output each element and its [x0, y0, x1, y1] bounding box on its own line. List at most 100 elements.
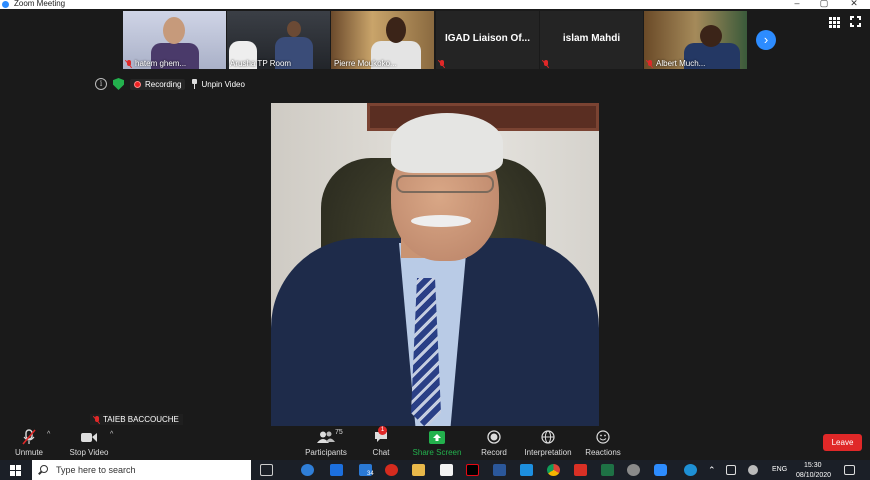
word-icon[interactable] [493, 464, 506, 476]
tray-app-icon[interactable] [726, 465, 736, 475]
encryption-shield-icon[interactable] [113, 78, 124, 90]
search-placeholder: Type here to search [56, 465, 136, 475]
notifications-icon[interactable] [844, 465, 855, 475]
unmute-button[interactable]: Unmute [12, 429, 46, 457]
excel-icon[interactable] [601, 464, 614, 476]
participant-head [163, 17, 185, 44]
mic-muted-icon [647, 59, 653, 68]
chat-label: Chat [372, 448, 390, 457]
chat-button[interactable]: 1 Chat [368, 426, 394, 457]
gallery-view-icon[interactable] [829, 17, 840, 28]
stop-video-label: Stop Video [69, 448, 109, 457]
leave-button[interactable]: Leave [823, 434, 862, 451]
participant-count: 75 [335, 429, 343, 436]
participant-name: Albert Much... [647, 59, 705, 68]
zoom-taskbar-icon[interactable] [654, 464, 667, 476]
task-view-icon[interactable] [260, 464, 273, 476]
participant-tile[interactable]: Albert Much... [644, 11, 747, 69]
meeting-toolbar: Unmute ^ Stop Video ^ 75 Participants 1 … [0, 426, 870, 460]
participant-tile[interactable]: Arusha TP Room [227, 11, 330, 69]
participant-label: IGAD Liaison Of... [444, 33, 530, 44]
edge-browser-icon[interactable] [301, 464, 314, 476]
notepad-icon[interactable] [440, 464, 453, 476]
mic-muted-icon [94, 415, 100, 424]
gallery-strip: hatem ghem... Arusha TP Room Pierre Mouk… [0, 10, 870, 70]
mic-muted-icon [439, 60, 445, 68]
acrobat-icon[interactable] [574, 464, 587, 476]
unmute-label: Unmute [14, 448, 43, 457]
window-title-bar: Zoom Meeting – ▢ ✕ [0, 0, 870, 9]
record-icon [478, 429, 510, 445]
maximize-icon[interactable]: ▢ [816, 0, 832, 8]
mic-muted-icon [126, 59, 132, 68]
reactions-button[interactable]: Reactions [584, 429, 622, 457]
close-icon[interactable]: ✕ [846, 0, 862, 8]
share-screen-label: Share Screen [412, 448, 462, 457]
windows-start-icon[interactable] [10, 465, 21, 476]
participants-icon: 75 [304, 429, 348, 445]
windows-taskbar: Type here to search 34 ⌃ ENG 15:30 08/10… [0, 460, 870, 480]
participant-name: hatem ghem... [126, 59, 186, 68]
opera-icon[interactable] [385, 464, 398, 476]
clock-time[interactable]: 15:30 [804, 462, 822, 469]
speaker-name: TAIEB BACCOUCHE [103, 415, 179, 424]
participant-name: Arusha TP Room [230, 59, 292, 68]
chrome-icon[interactable] [547, 464, 560, 476]
unpin-video-button[interactable]: Unpin Video [191, 79, 245, 89]
share-screen-button[interactable]: Share Screen [412, 429, 462, 457]
video-camera-icon [66, 429, 112, 445]
record-dot-icon [134, 80, 141, 88]
minimize-icon[interactable]: – [789, 0, 805, 8]
mail-count: 34 [367, 471, 374, 477]
netflix-icon[interactable] [466, 464, 479, 476]
help-icon[interactable] [684, 464, 697, 476]
record-button[interactable]: Record [478, 429, 510, 457]
info-icon[interactable]: i [95, 78, 107, 90]
participant-head [287, 21, 301, 37]
language-indicator[interactable]: ENG [772, 466, 787, 473]
app-icon[interactable] [627, 464, 640, 476]
participant-head [700, 25, 722, 47]
mic-muted-icon [12, 429, 46, 445]
share-screen-icon [412, 429, 462, 445]
participant-name: Pierre Moukoko... [334, 59, 397, 68]
speaker-glasses [396, 175, 494, 193]
recording-label: Recording [145, 79, 182, 89]
chat-icon: 1 [368, 426, 394, 445]
tray-chevron-icon[interactable]: ⌃ [708, 465, 716, 476]
file-explorer-icon[interactable] [412, 464, 425, 476]
video-options-caret[interactable]: ^ [110, 431, 113, 438]
participant-head [386, 17, 406, 43]
clock-date[interactable]: 08/10/2020 [796, 472, 831, 479]
photos-icon[interactable] [520, 464, 533, 476]
chat-unread-badge: 1 [378, 426, 387, 435]
participant-name [543, 60, 549, 68]
globe-icon [522, 429, 574, 445]
interpretation-label: Interpretation [524, 448, 572, 457]
participant-tile[interactable]: Pierre Moukoko... [331, 11, 434, 69]
zoom-app-icon [2, 1, 9, 8]
window-title: Zoom Meeting [14, 0, 66, 8]
participant-tile[interactable]: IGAD Liaison Of... [436, 11, 539, 69]
dropbox-icon[interactable] [330, 464, 343, 476]
next-page-button[interactable]: › [756, 30, 776, 50]
participant-name [439, 60, 445, 68]
reactions-label: Reactions [585, 448, 621, 457]
fullscreen-icon[interactable] [849, 15, 862, 28]
taskbar-search-input[interactable]: Type here to search [32, 460, 251, 480]
stop-video-button[interactable]: Stop Video [66, 429, 112, 457]
smiley-icon [584, 429, 622, 445]
network-icon[interactable] [748, 465, 758, 475]
interpretation-button[interactable]: Interpretation [522, 429, 574, 457]
mic-muted-icon [543, 60, 549, 68]
search-icon [40, 465, 48, 473]
record-label: Record [481, 448, 507, 457]
recording-indicator[interactable]: Recording [130, 78, 186, 90]
pin-icon [191, 79, 198, 89]
participant-tile[interactable]: hatem ghem... [123, 11, 226, 69]
participant-tile[interactable]: islam Mahdi [540, 11, 643, 69]
audio-options-caret[interactable]: ^ [47, 431, 50, 438]
participants-label: Participants [305, 448, 347, 457]
meeting-status-row: i Recording Unpin Video [95, 77, 245, 91]
participants-button[interactable]: 75 Participants [304, 429, 348, 457]
